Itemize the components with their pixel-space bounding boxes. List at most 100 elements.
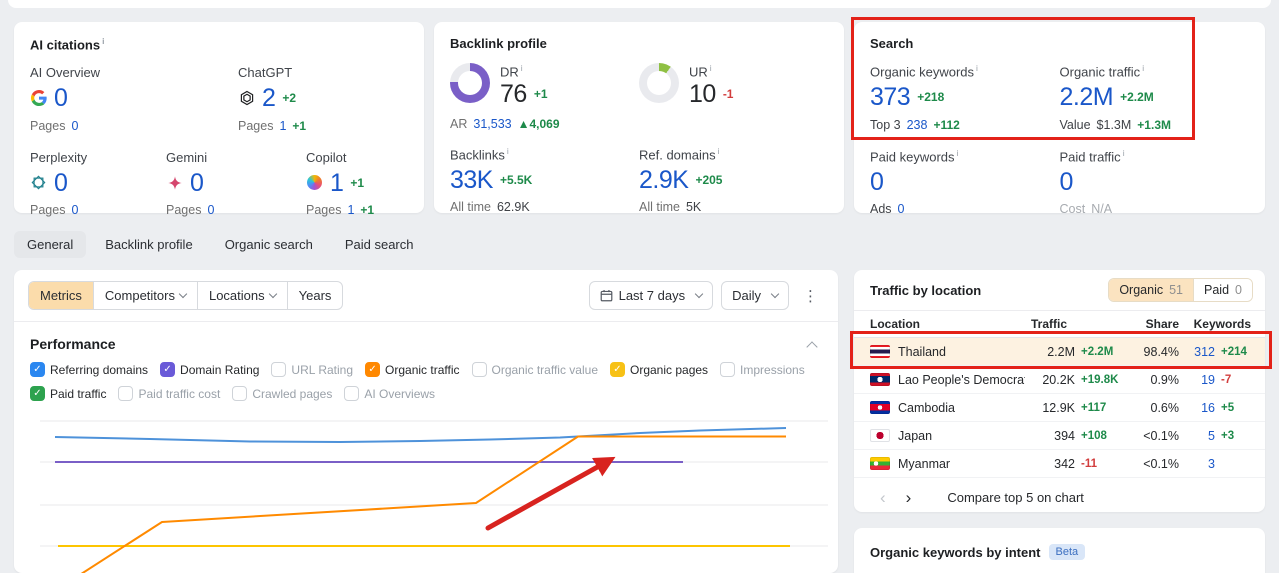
info-icon[interactable]: i xyxy=(1142,63,1144,73)
google-logo-icon xyxy=(30,90,47,107)
annotation-arrow xyxy=(485,456,616,531)
top3-count[interactable]: 238 xyxy=(907,118,928,132)
next-page-arrow[interactable]: › xyxy=(896,489,922,506)
table-row-japan[interactable]: Japan 394 +108 <0.1% 5 +3 xyxy=(854,422,1265,450)
backlink-profile-title: Backlink profile xyxy=(450,36,547,51)
collapse-section-chevron-up-icon[interactable] xyxy=(806,341,818,353)
pages-count[interactable]: 0 xyxy=(207,203,214,217)
copilot-count[interactable]: 1 xyxy=(330,169,344,196)
japan-flag-icon xyxy=(870,429,890,442)
backlinks-metric: Backlinks i 33K +5.5K All time 62.9K xyxy=(450,145,533,215)
keywords-by-intent-title: Organic keywords by intent xyxy=(870,544,1041,560)
toggle-organic[interactable]: Organic 51 xyxy=(1109,279,1194,301)
search-card: Search Organic keywords i 373 +218 Top 3 23… xyxy=(854,22,1265,216)
info-icon[interactable]: i xyxy=(102,36,104,46)
prev-page-arrow[interactable]: ‹ xyxy=(870,489,896,506)
date-range-button[interactable]: Last 7 days xyxy=(588,281,714,310)
perplexity-count[interactable]: 0 xyxy=(54,169,68,196)
paid-traffic-count[interactable]: 0 xyxy=(1060,169,1074,196)
table-row-myanmar[interactable]: Myanmar 342 -11 <0.1% 3 xyxy=(854,450,1265,478)
ur-donut-chart xyxy=(639,63,679,103)
table-row-thailand[interactable]: Thailand 2.2M +2.2M 98.4% 312 +214 xyxy=(854,338,1265,366)
chevron-down-icon xyxy=(268,289,277,299)
myanmar-flag-icon xyxy=(870,457,890,470)
performance-section-title: Performance xyxy=(30,336,116,352)
checkbox-organic-pages[interactable]: ✓ Organic pages xyxy=(610,362,708,377)
pages-count[interactable]: 1 xyxy=(347,203,354,217)
toggle-paid[interactable]: Paid 0 xyxy=(1193,279,1252,301)
tab-general[interactable]: General xyxy=(14,231,87,258)
ref-domains-metric: Ref. domains i 2.9K +205 All time 5K xyxy=(639,145,723,215)
backlink-profile-card: Backlink profile DR i 76 +1 UR i 10 -1 AR 31… xyxy=(434,22,844,215)
thailand-flag-icon xyxy=(870,345,890,358)
ahrefs-rank-row: AR 31,533 ▲4,069 xyxy=(450,116,560,131)
cambodia-flag-icon xyxy=(870,401,890,414)
performance-card: Metrics Competitors Locations Years Last… xyxy=(14,270,838,573)
beta-badge: Beta xyxy=(1048,544,1086,560)
tab-organic-search[interactable]: Organic search xyxy=(212,231,326,258)
info-icon[interactable]: i xyxy=(957,148,959,158)
ref-domains-count[interactable]: 2.9K xyxy=(639,167,689,194)
organic-traffic-count[interactable]: 2.2M xyxy=(1060,84,1114,111)
keywords-count-link[interactable]: 312 xyxy=(1179,345,1215,359)
table-row-cambodia[interactable]: Cambodia 12.9K +117 0.6% 16 +5 xyxy=(854,394,1265,422)
checkbox-referring-domains[interactable]: ✓ Referring domains xyxy=(30,362,148,377)
ai-citations-card: AI citations i AI Overview 0 Pages 0 ChatG… xyxy=(14,22,424,217)
chatgpt-metric: ChatGPT 2 +2 Pages 1 +1 xyxy=(238,65,307,133)
keywords-count-link[interactable]: 19 xyxy=(1179,373,1215,387)
ai-overview-count[interactable]: 0 xyxy=(54,85,68,112)
perplexity-logo-icon xyxy=(30,174,47,191)
info-icon[interactable]: i xyxy=(710,63,712,73)
copilot-logo-icon xyxy=(306,174,323,191)
years-filter-button[interactable]: Years xyxy=(286,282,343,309)
organic-paid-toggle: Organic 51 Paid 0 xyxy=(1108,278,1253,302)
search-title: Search xyxy=(870,36,914,51)
location-table-footer: ‹ › Compare top 5 on chart xyxy=(854,478,1265,512)
clipped-card-above xyxy=(8,0,1271,8)
organic-traffic-metric: Organic traffic i 2.2M +2.2M Value $1.3M +1.… xyxy=(1059,63,1171,132)
info-icon[interactable]: i xyxy=(521,63,523,73)
more-options-kebab-icon[interactable]: ⋮ xyxy=(797,285,824,307)
table-row-laos[interactable]: Lao People's Democratic Reput 20.2K +19.… xyxy=(854,366,1265,394)
competitors-filter-button[interactable]: Competitors xyxy=(92,282,197,309)
tab-paid-search[interactable]: Paid search xyxy=(332,231,427,258)
backlinks-count[interactable]: 33K xyxy=(450,167,493,194)
ads-count[interactable]: 0 xyxy=(898,202,905,216)
checkbox-impressions[interactable]: Impressions xyxy=(720,362,805,377)
checkbox-organic-traffic[interactable]: ✓ Organic traffic xyxy=(365,362,460,377)
pages-count[interactable]: 1 xyxy=(279,119,286,133)
checkbox-domain-rating[interactable]: ✓ Domain Rating xyxy=(160,362,259,377)
organic-keywords-count[interactable]: 373 xyxy=(870,84,911,111)
paid-traffic-metric: Paid traffic i 0 Cost N/A xyxy=(1059,147,1125,217)
gemini-count[interactable]: 0 xyxy=(190,169,204,196)
keywords-count-link[interactable]: 16 xyxy=(1179,401,1215,415)
organic-keywords-metric: Organic keywords i 373 +218 Top 3 238 +112 xyxy=(870,63,978,132)
tab-backlink-profile[interactable]: Backlink profile xyxy=(92,231,205,258)
checkbox-organic-traffic-value[interactable]: Organic traffic value xyxy=(471,362,598,377)
info-icon[interactable]: i xyxy=(976,63,978,73)
info-icon[interactable]: i xyxy=(507,146,509,156)
metrics-filter-button[interactable]: Metrics xyxy=(29,282,93,309)
checkbox-url-rating[interactable]: URL Rating xyxy=(271,362,353,377)
performance-line-chart[interactable] xyxy=(14,390,838,573)
keywords-count-link[interactable]: 5 xyxy=(1179,429,1215,443)
granularity-button[interactable]: Daily xyxy=(721,281,789,310)
ai-citations-title: AI citations i xyxy=(30,36,105,53)
keywords-by-intent-card: Organic keywords by intent Beta xyxy=(854,528,1265,573)
dr-value: 76 xyxy=(500,80,527,109)
dimension-segmented-control: Metrics Competitors Locations Years xyxy=(28,281,344,310)
gemini-logo-icon xyxy=(166,174,183,191)
chatgpt-count[interactable]: 2 xyxy=(262,85,276,112)
ahrefs-rank-value[interactable]: 31,533 xyxy=(473,117,511,131)
keywords-count-link[interactable]: 3 xyxy=(1179,457,1215,471)
info-icon[interactable]: i xyxy=(718,146,720,156)
info-icon[interactable]: i xyxy=(1123,148,1125,158)
compare-top5-link[interactable]: Compare top 5 on chart xyxy=(947,490,1084,505)
paid-keywords-count[interactable]: 0 xyxy=(870,169,884,196)
calendar-icon xyxy=(600,289,612,302)
gemini-metric: Gemini 0 Pages 0 xyxy=(166,149,215,217)
pages-count[interactable]: 0 xyxy=(71,119,78,133)
locations-filter-button[interactable]: Locations xyxy=(196,282,287,309)
pages-count[interactable]: 0 xyxy=(71,203,78,217)
location-table-header: Location Traffic Share Keywords xyxy=(854,311,1265,338)
